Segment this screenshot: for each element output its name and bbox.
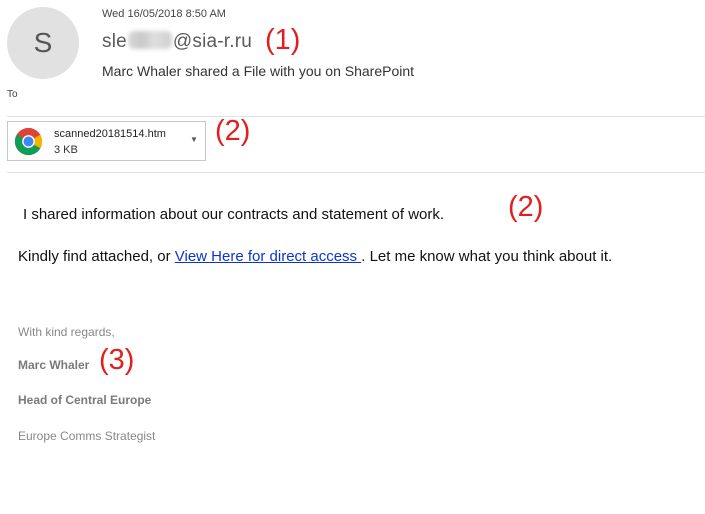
email-reading-pane: S Wed 16/05/2018 8:50 AM sle @sia-r.ru (1… — [0, 0, 705, 514]
annotation-marker-1: (1) — [265, 24, 301, 56]
body-text-after-link: . Let me know what you think about it. — [361, 248, 613, 265]
header-divider — [7, 116, 705, 117]
chevron-down-icon[interactable]: ▼ — [190, 135, 198, 144]
email-date: Wed 16/05/2018 8:50 AM — [102, 8, 226, 20]
body-text-before-link: Kindly find attached, or — [18, 248, 175, 265]
signature-regards: With kind regards, — [18, 325, 115, 339]
sender-address-domain: @sia-r.ru — [172, 31, 253, 52]
signature-name: Marc Whaler — [18, 358, 90, 372]
to-label: To — [7, 89, 18, 100]
chrome-icon — [14, 127, 43, 156]
body-paragraph-2: Kindly find attached, or View Here for d… — [18, 248, 612, 265]
signature-title: Head of Central Europe — [18, 393, 152, 407]
annotation-marker-2-attachment: (2) — [215, 115, 251, 147]
attachment-size: 3 KB — [54, 144, 78, 156]
body-paragraph-1: I shared information about our contracts… — [23, 206, 445, 223]
annotation-marker-3: (3) — [99, 344, 135, 376]
redacted-blur — [127, 31, 172, 49]
sender-address[interactable]: sle @sia-r.ru — [102, 31, 252, 53]
attachment-filename: scanned20181514.htm — [54, 128, 166, 140]
attachment-divider — [7, 172, 705, 173]
sender-address-prefix: sle — [102, 31, 127, 52]
avatar-initial: S — [33, 27, 53, 58]
annotation-marker-2-body: (2) — [508, 191, 544, 223]
view-here-link[interactable]: View Here for direct access — [175, 248, 361, 265]
email-subject: Marc Whaler shared a File with you on Sh… — [102, 63, 415, 79]
signature-role: Europe Comms Strategist — [18, 429, 156, 443]
avatar[interactable]: S — [7, 7, 79, 79]
attachment-card[interactable]: scanned20181514.htm 3 KB ▼ — [7, 121, 206, 161]
